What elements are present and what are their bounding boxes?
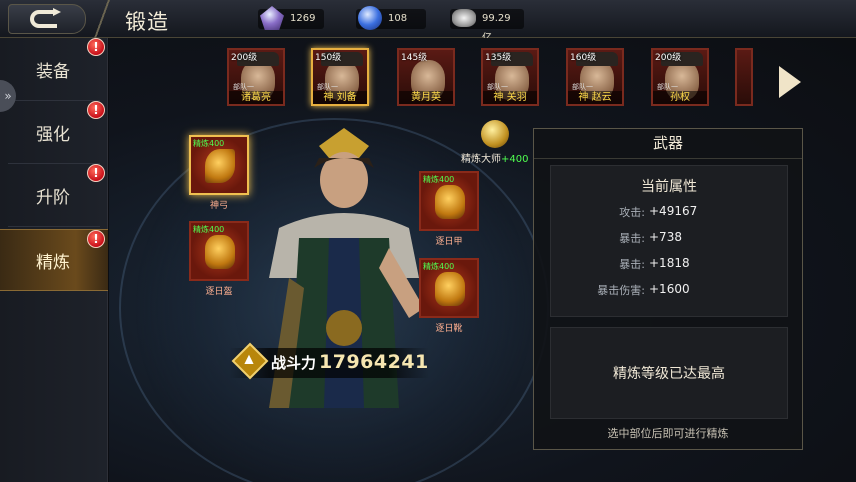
equip-slot-armor[interactable]: 精炼400	[419, 171, 479, 231]
attribute-key: 暴击伤害:	[597, 284, 645, 297]
panel-title: 武器	[534, 129, 802, 159]
title-divider	[85, 0, 119, 38]
sidebar-item-label: 升阶	[36, 187, 70, 208]
max-level-box: 精炼等级已达最高	[550, 327, 788, 419]
sidebar-item-label: 装备	[36, 61, 70, 82]
hero-card[interactable]: 200级 部队一 诸葛亮	[227, 48, 285, 106]
refine-level: 精炼400	[193, 225, 225, 234]
refine-master[interactable]: 精炼大师+400	[461, 120, 531, 166]
back-arrow-icon	[30, 8, 61, 28]
hero-card[interactable]: 135级 部队一 神 关羽	[481, 48, 539, 106]
hero-level: 135级	[485, 53, 512, 63]
divider	[8, 226, 100, 227]
hero-card[interactable]: 200级 部队一 孙权	[651, 48, 709, 106]
hero-level: 145级	[401, 53, 428, 63]
bow-icon	[205, 149, 235, 183]
equip-name: 逐日盔	[205, 287, 233, 297]
sidebar-item-label: 精炼	[36, 252, 70, 273]
hero-level: 160级	[570, 53, 597, 63]
hero-name: 孙权	[653, 91, 707, 104]
refine-level: 精炼400	[423, 262, 455, 271]
attribute-value: +738	[649, 230, 682, 244]
boots-icon	[435, 272, 465, 306]
hero-level: 200级	[231, 53, 258, 63]
sidebar: 装备 ! 强化 ! 升阶 ! 精炼 ! »	[0, 38, 108, 482]
helmet-icon	[205, 235, 235, 269]
combat-power-value: 17964241	[319, 351, 429, 373]
purple-gem-icon	[260, 6, 284, 30]
resource-silver[interactable]: 99.29亿	[450, 9, 524, 44]
hero-card[interactable]: 145级 黄月英	[397, 48, 455, 106]
hero-name: 神 刘备	[313, 91, 367, 104]
back-button[interactable]	[8, 4, 86, 34]
resource-blue-gem[interactable]: 108	[356, 6, 426, 30]
hero-name: 神 关羽	[483, 91, 537, 104]
attribute-value: +1600	[649, 282, 690, 296]
sidebar-item-advance[interactable]: 升阶 !	[0, 164, 108, 226]
hero-level: 150级	[315, 53, 342, 63]
sidebar-item-label: 强化	[36, 124, 70, 145]
armor-icon	[435, 185, 465, 219]
attribute-key: 暴击:	[619, 258, 645, 271]
attribute-value: +1818	[649, 256, 690, 270]
hero-card-partial[interactable]	[735, 48, 753, 106]
page-title: 锻造	[125, 10, 169, 34]
hero-card-selected[interactable]: 150级 部队一 神 刘备	[311, 48, 369, 106]
equip-name: 神弓	[209, 201, 228, 211]
hero-name: 诸葛亮	[229, 91, 283, 104]
hint-text: 选中部位后即可进行精炼	[607, 427, 729, 440]
sidebar-item-refine[interactable]: 精炼 !	[0, 229, 108, 291]
attribute-title: 当前属性	[641, 179, 697, 195]
resource-purple-gem[interactable]: 1269	[258, 6, 324, 30]
resource-value: 108	[388, 13, 408, 24]
combat-power-label: 战斗力	[271, 354, 317, 372]
attribute-value: +49167	[649, 204, 698, 218]
equip-slot-boots[interactable]: 精炼400	[419, 258, 479, 318]
refine-level: 精炼400	[193, 139, 225, 148]
sidebar-item-enhance[interactable]: 强化 !	[0, 101, 108, 163]
refine-level: 精炼400	[423, 175, 455, 184]
flame-icon: ▲	[231, 342, 269, 380]
equip-slot-helmet[interactable]: 精炼400	[189, 221, 249, 281]
hero-strip: 200级 部队一 诸葛亮 150级 部队一 神 刘备 145级 黄月英 135级…	[227, 44, 856, 110]
combat-power: ▲ 战斗力 17964241	[229, 342, 429, 380]
blue-gem-icon	[358, 6, 382, 30]
hero-level: 200级	[655, 53, 682, 63]
attribute-key: 暴击:	[619, 232, 645, 245]
sidebar-item-equip[interactable]: 装备 !	[0, 38, 108, 100]
hero-figure	[269, 128, 424, 408]
attribute-key: 攻击:	[619, 206, 645, 219]
refine-master-label: 精炼大师	[461, 154, 501, 165]
alert-badge-icon: !	[87, 164, 105, 182]
attribute-box: 当前属性 攻击: +49167 暴击: +738 暴击: +1818 暴击伤害:…	[550, 165, 788, 317]
hero-name: 黄月英	[399, 91, 453, 104]
next-arrow-icon[interactable]	[779, 66, 801, 98]
hero-name: 神 赵云	[568, 91, 622, 104]
resource-value: 1269	[290, 13, 316, 24]
equip-slot-weapon[interactable]: 精炼400	[189, 135, 249, 195]
silver-coin-icon	[452, 9, 476, 27]
hero-card[interactable]: 160级 部队一 神 赵云	[566, 48, 624, 106]
equip-name: 逐日靴	[435, 324, 463, 334]
refine-master-label-group: 精炼大师+400	[461, 150, 528, 165]
top-bar: 锻造 1269 108 99.29亿	[0, 0, 856, 44]
detail-panel: 武器 当前属性 攻击: +49167 暴击: +738 暴击: +1818 暴击…	[533, 128, 803, 450]
refine-master-bonus: +400	[501, 154, 529, 165]
alert-badge-icon: !	[87, 230, 105, 248]
refine-master-icon	[481, 120, 509, 148]
equip-name: 逐日甲	[435, 237, 463, 247]
alert-badge-icon: !	[87, 38, 105, 56]
main-area: 200级 部队一 诸葛亮 150级 部队一 神 刘备 145级 黄月英 135级…	[109, 38, 856, 482]
alert-badge-icon: !	[87, 101, 105, 119]
